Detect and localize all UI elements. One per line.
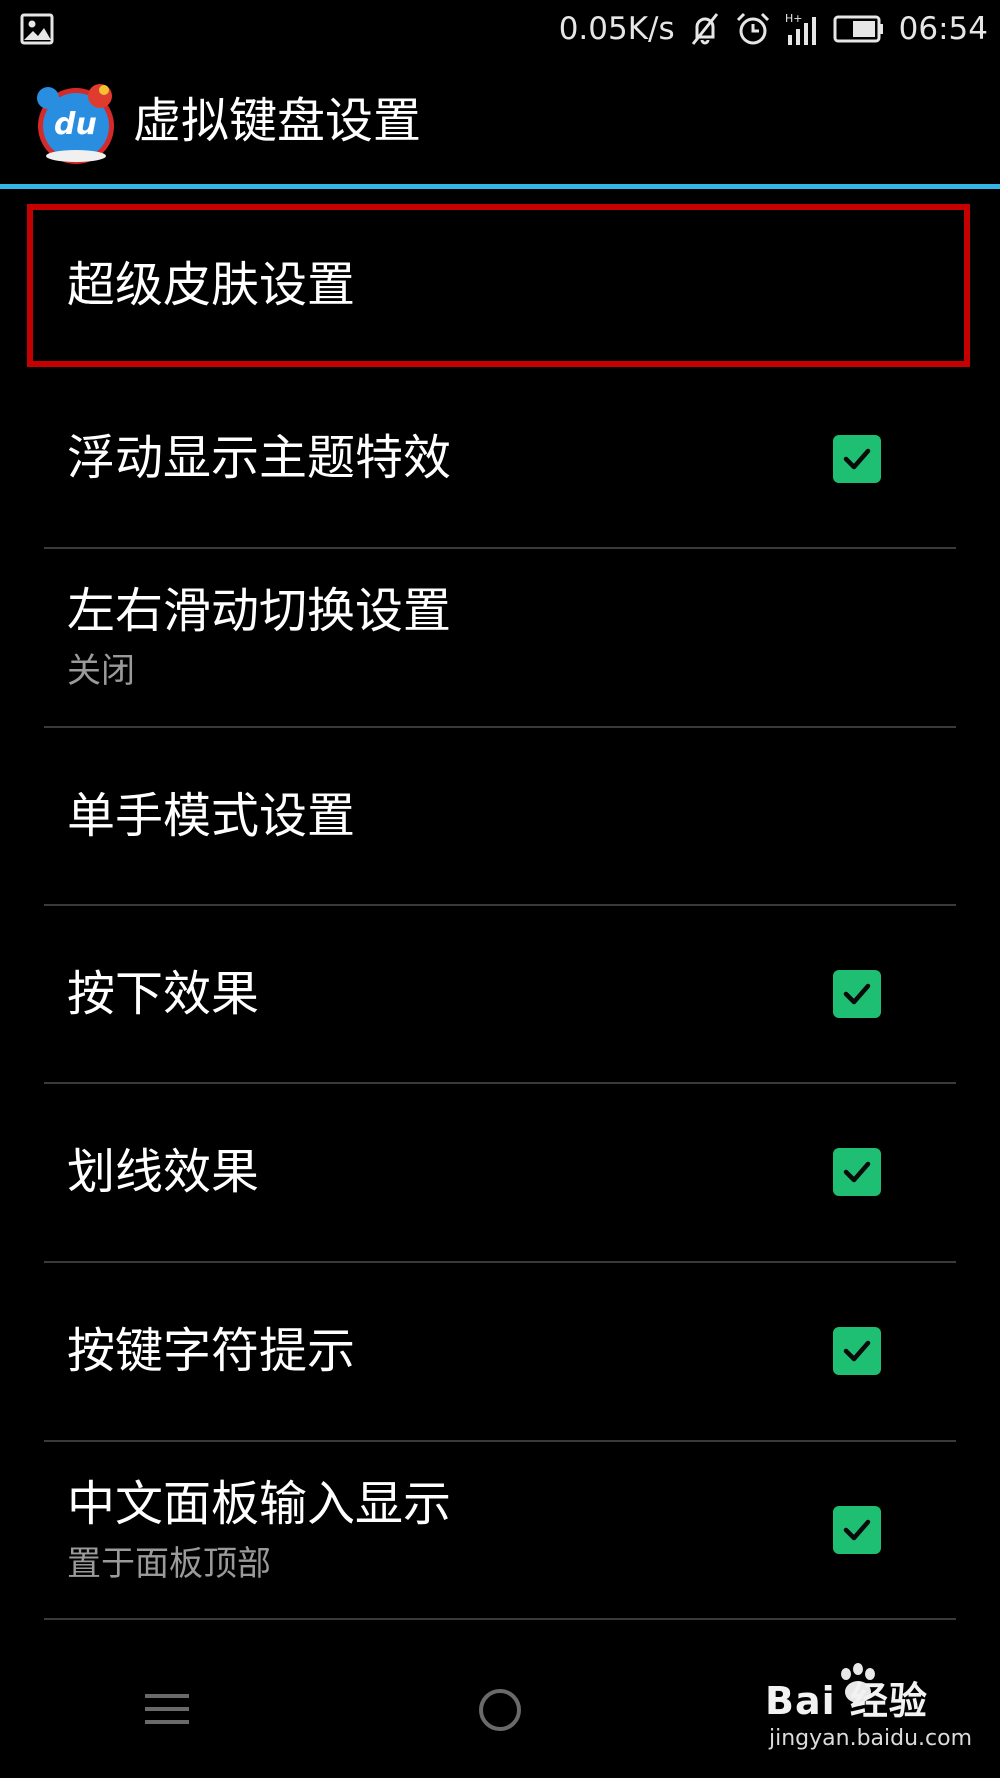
home-icon (479, 1689, 521, 1731)
signal-icon: H+ (785, 12, 816, 45)
setting-title: 中文面板输入显示 (67, 1476, 452, 1532)
checkbox-checked[interactable] (833, 1148, 881, 1196)
setting-title: 划线效果 (67, 1144, 260, 1200)
setting-title: 左右滑动切换设置 (67, 583, 452, 639)
setting-row-super-skin[interactable]: 超级皮肤设置 (0, 204, 1000, 367)
check-icon (843, 1519, 871, 1541)
setting-title: 浮动显示主题特效 (67, 430, 452, 486)
action-bar: du 虚拟键盘设置 (0, 58, 1000, 184)
divider (44, 1618, 956, 1620)
alarm-icon (736, 12, 769, 45)
setting-title: 超级皮肤设置 (67, 257, 356, 313)
watermark-domain: jingyan.baidu.com (769, 1726, 973, 1751)
setting-row-press-effect[interactable]: 按下效果 (0, 906, 1000, 1082)
check-icon (843, 1340, 871, 1362)
svg-text:du: du (54, 107, 97, 142)
setting-row-floating-theme[interactable]: 浮动显示主题特效 (0, 367, 1000, 547)
mute-icon (691, 13, 718, 45)
baidu-du-logo[interactable]: du (32, 78, 120, 166)
checkbox-checked[interactable] (833, 970, 881, 1018)
setting-title: 单手模式设置 (67, 788, 356, 844)
battery-icon (833, 15, 883, 43)
setting-title: 按下效果 (67, 966, 260, 1022)
check-icon (843, 448, 871, 470)
setting-row-swipe-line-effect[interactable]: 划线效果 (0, 1084, 1000, 1261)
status-right: 0.05K/s H+ 06:54 (559, 0, 988, 58)
status-left (20, 13, 54, 45)
setting-row-key-char-hint[interactable]: 按键字符提示 (0, 1263, 1000, 1440)
checkbox-checked[interactable] (833, 1327, 881, 1375)
home-button[interactable] (466, 1676, 534, 1744)
check-icon (843, 983, 871, 1005)
menu-icon (145, 1694, 189, 1724)
setting-row-chinese-panel-display[interactable]: 中文面板输入显示 置于面板顶部 (0, 1442, 1000, 1618)
setting-summary: 置于面板顶部 (67, 1544, 271, 1584)
check-icon (843, 1161, 871, 1183)
page-title: 虚拟键盘设置 (133, 93, 422, 149)
watermark-brand: Bai 经验 (765, 1679, 928, 1723)
image-icon (20, 13, 54, 45)
baidu-jingyan-watermark: Bai 经验 jingyan.baidu.com (765, 1660, 985, 1760)
setting-summary: 关闭 (67, 651, 135, 691)
setting-title: 按键字符提示 (67, 1323, 356, 1379)
accent-line (0, 184, 1000, 189)
svg-text:H+: H+ (785, 12, 803, 25)
setting-row-one-hand-mode[interactable]: 单手模式设置 (0, 728, 1000, 904)
menu-button[interactable] (130, 1680, 204, 1738)
clock: 06:54 (898, 11, 988, 47)
setting-row-swipe-switch[interactable]: 左右滑动切换设置 关闭 (0, 549, 1000, 726)
network-speed: 0.05K/s (558, 11, 675, 47)
checkbox-checked[interactable] (833, 435, 881, 483)
status-bar: 0.05K/s H+ 06:54 (0, 0, 1000, 58)
checkbox-checked[interactable] (833, 1506, 881, 1554)
